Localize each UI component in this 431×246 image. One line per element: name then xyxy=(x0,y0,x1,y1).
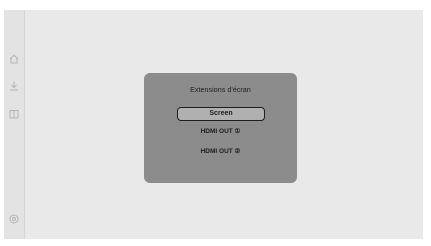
home-icon[interactable] xyxy=(8,53,20,65)
option-hdmi-out-1[interactable]: HDMI OUT ① xyxy=(144,127,297,135)
screen-extension-dialog: Extensions d'écran Screen HDMI OUT ① HDM… xyxy=(144,73,297,183)
option-screen[interactable]: Screen xyxy=(177,107,265,121)
dialog-title: Extensions d'écran xyxy=(190,87,251,94)
tv-screen: Extensions d'écran Screen HDMI OUT ① HDM… xyxy=(4,10,423,239)
book-icon[interactable] xyxy=(8,108,20,120)
option-hdmi-out-2[interactable]: HDMI OUT ② xyxy=(144,147,297,155)
settings-icon[interactable] xyxy=(8,213,20,225)
download-icon[interactable] xyxy=(8,80,20,92)
side-navigation xyxy=(4,10,25,239)
